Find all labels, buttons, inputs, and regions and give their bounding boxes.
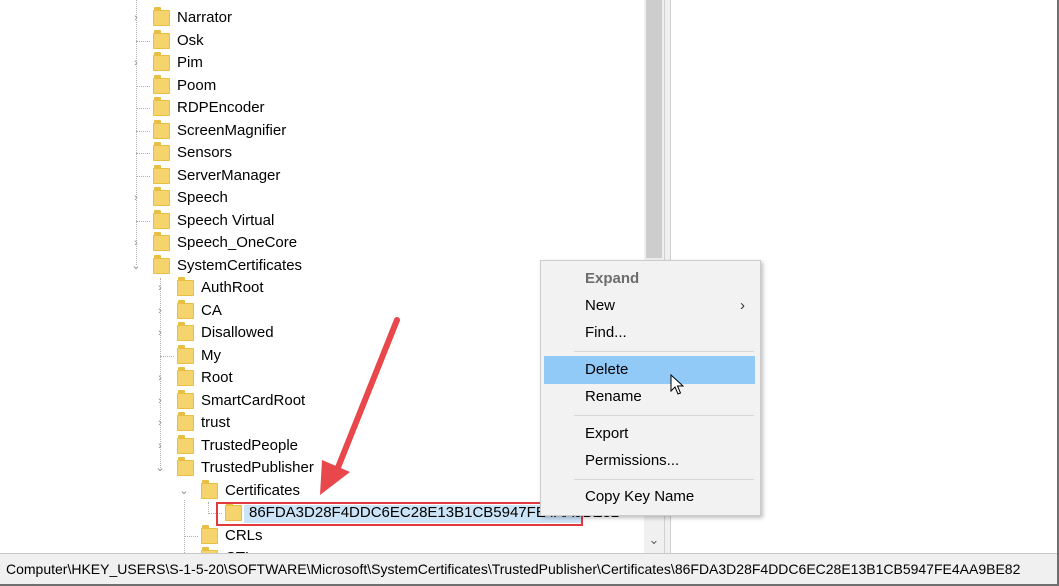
menu-item-label: Expand [585,270,640,287]
menu-item-permissions[interactable]: Permissions... [544,447,755,475]
tree-node[interactable]: Speech Virtual [130,209,620,232]
context-menu: Expand New › Find... Delete Rename Expor… [540,260,761,516]
tree-node-label: RDPEncoder [177,99,265,116]
tree-node[interactable]: › Narrator [130,7,620,29]
tree-node-label: Speech [177,189,228,206]
folder-icon [153,74,170,94]
menu-item-label: Copy Key Name [585,488,695,505]
folder-icon [201,479,218,499]
tree-node-label: Speech Virtual [177,211,275,229]
tree-node[interactable]: CRLs [178,524,620,547]
annotation-arrow [320,317,400,495]
tree-node[interactable]: Osk [130,29,620,52]
scroll-thumb[interactable] [646,0,662,258]
folder-icon [177,367,194,386]
tree-node-label: Osk [177,31,204,49]
folder-icon [153,232,170,251]
tree-node[interactable]: RDPEncoder [130,97,620,119]
menu-item-label: Export [585,425,629,442]
menu-item-new[interactable]: New › [544,292,755,320]
menu-item-expand[interactable]: Expand [544,265,755,293]
menu-separator [574,479,754,480]
folder-icon [177,277,194,296]
mouse-cursor-icon [670,374,684,395]
folder-icon [177,457,194,476]
folder-icon [153,7,170,26]
folder-icon [153,52,170,71]
tree-node-label: Speech_OneCore [177,234,298,251]
folder-icon [153,142,170,161]
menu-item-rename[interactable]: Rename [544,383,755,411]
menu-item-export[interactable]: Export [544,420,755,448]
tree-node-label: SmartCardRoot [201,391,306,409]
folder-icon [153,119,170,139]
tree-node-label: ScreenMagnifier [177,121,287,139]
menu-item-label: New [585,297,616,314]
folder-icon [153,209,170,229]
status-bar-path: Computer\HKEY_USERS\S-1-5-20\SOFTWARE\Mi… [6,561,1021,577]
tree-node-label: CA [201,301,222,319]
tree-node-label: Sensors [177,144,233,161]
tree-node[interactable]: Poom [130,74,620,97]
folder-icon [177,322,194,341]
tree-node[interactable]: Sensors [130,142,620,164]
tree-guide-line [184,500,185,553]
folder-icon [153,29,170,49]
folder-icon [201,524,218,544]
scroll-down-arrow-icon[interactable]: ⌄ [644,530,664,550]
tree-node[interactable]: › Pim [130,52,620,74]
tree-node-label: trust [201,414,231,431]
chevron-down-icon[interactable]: ⌄ [178,480,190,502]
folder-icon [153,97,170,116]
folder-icon [177,434,194,454]
menu-item-copy-key-name[interactable]: Copy Key Name [544,483,755,511]
submenu-arrow-icon: › [740,297,745,314]
tree-node-label: Disallowed [201,324,274,341]
tree-node-label: ServerManager [177,166,281,184]
folder-icon [153,254,170,274]
tree-node-label: Poom [177,76,217,94]
tree-guide-line [136,0,137,265]
menu-item-label: Rename [585,388,642,405]
tree-node-label: TrustedPublisher [201,459,314,476]
registry-editor-window: › Narrator Osk › Pim Poom RDPEncoder ScreenMagn… [0,0,1059,586]
tree-node-label: Pim [177,54,203,71]
menu-separator [574,415,754,416]
folder-icon [177,412,194,431]
tree-node-label: CRLs [225,526,263,544]
folder-icon [153,187,170,206]
tree-node[interactable]: ScreenMagnifier [130,119,620,142]
menu-item-label: Find... [585,324,627,341]
folder-icon [177,299,194,319]
folder-icon [177,344,194,364]
tree-node-label: AuthRoot [201,279,264,296]
menu-separator [574,351,754,352]
tree-node-label: Narrator [177,9,233,26]
folder-icon [177,389,194,409]
tree-node-label: SystemCertificates [177,256,303,274]
menu-item-find[interactable]: Find... [544,319,755,347]
tree-node-label: My [201,346,221,364]
menu-item-delete[interactable]: Delete [544,356,755,384]
tree-node[interactable]: › Speech [130,187,620,209]
folder-icon [153,164,170,184]
tree-guide-line [160,278,161,468]
tree-node-label: Root [201,369,233,386]
tree-guide-line [208,502,209,514]
status-bar: Computer\HKEY_USERS\S-1-5-20\SOFTWARE\Mi… [0,553,1057,584]
menu-item-label: Delete [585,361,629,378]
tree-node-label: TrustedPeople [201,436,299,454]
menu-item-label: Permissions... [585,452,680,469]
tree-node[interactable]: › Speech_OneCore [130,232,620,254]
tree-node-label: Certificates [225,481,301,499]
tree-node[interactable]: ServerManager [130,164,620,187]
